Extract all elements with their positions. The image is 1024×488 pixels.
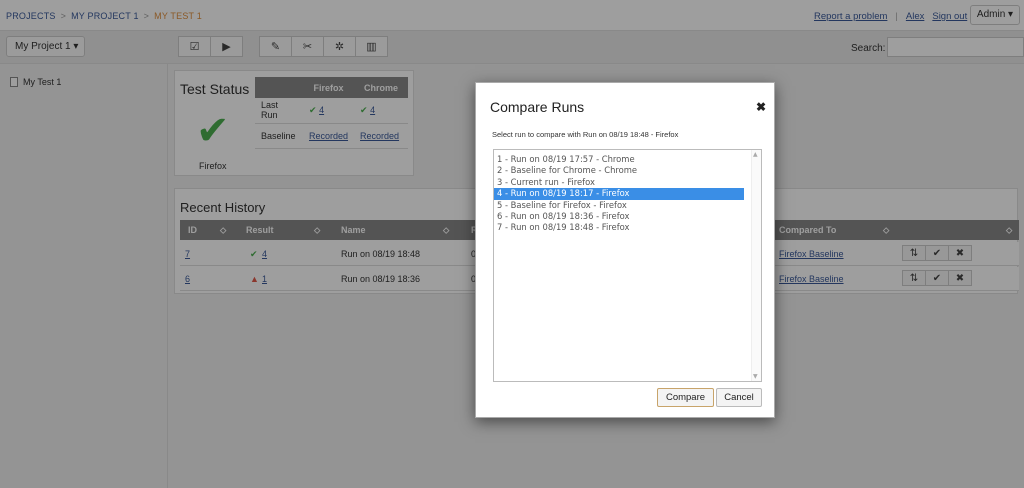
cancel-button[interactable]: Cancel	[716, 388, 762, 407]
list-item[interactable]: 3 - Current run - Firefox	[494, 177, 761, 188]
compare-button[interactable]: Compare	[657, 388, 714, 407]
dialog-title: Compare Runs	[490, 99, 585, 115]
list-scrollbar[interactable]: ▲ ▼	[751, 150, 761, 381]
compare-runs-dialog: Compare Runs ✖ Select run to compare wit…	[475, 82, 775, 418]
list-item[interactable]: 6 - Run on 08/19 18:36 - Firefox	[494, 211, 761, 222]
list-item[interactable]: 1 - Run on 08/19 17:57 - Chrome	[494, 154, 761, 165]
list-item[interactable]: 5 - Baseline for Firefox - Firefox	[494, 200, 761, 211]
list-item[interactable]: 7 - Run on 08/19 18:48 - Firefox	[494, 222, 761, 233]
scroll-up-icon[interactable]: ▲	[753, 151, 758, 158]
list-item-selected[interactable]: 4 - Run on 08/19 18:17 - Firefox	[494, 188, 744, 200]
scroll-down-icon[interactable]: ▼	[753, 373, 758, 380]
close-icon[interactable]: ✖	[756, 100, 766, 114]
dialog-subtitle: Select run to compare with Run on 08/19 …	[492, 130, 679, 139]
list-item[interactable]: 2 - Baseline for Chrome - Chrome	[494, 165, 761, 176]
run-select-list[interactable]: 1 - Run on 08/19 17:57 - Chrome 2 - Base…	[493, 149, 762, 382]
